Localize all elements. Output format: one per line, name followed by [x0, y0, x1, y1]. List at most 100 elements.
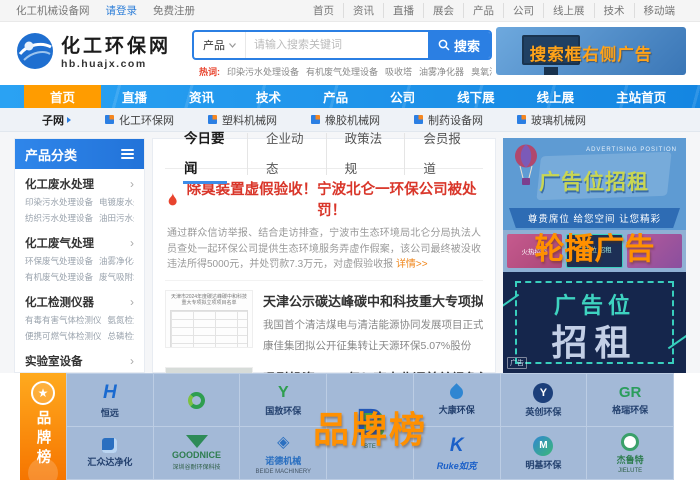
ad-tag: 广告: [507, 357, 527, 369]
news-thumbnail-document[interactable]: 天津市2024年度碳达峰碳中和科技重大专项拟立项项目名单: [165, 290, 253, 348]
brand-cell-gerui[interactable]: GR 格瑞环保: [587, 374, 673, 426]
carousel-thumb-1[interactable]: 火热招商: [507, 234, 562, 268]
category-link-wastewater[interactable]: 化工废水处理 ›: [25, 176, 134, 192]
category-link-instruments[interactable]: 化工检测仪器 ›: [25, 294, 134, 310]
carousel-thumb-3[interactable]: [627, 234, 682, 268]
headline-link[interactable]: 除臭装置虚假验收！宁波北仑一环保公司被处罚！: [167, 178, 481, 220]
brand-name: 明基环保: [525, 458, 561, 471]
topbar-menu-home[interactable]: 首页: [304, 3, 343, 18]
hot-keyword[interactable]: 油雾净化器: [419, 65, 464, 78]
brand-name: 格瑞环保: [612, 403, 648, 416]
logo[interactable]: 化工环保网 hb.huajx.com: [16, 31, 171, 70]
topbar-menu-live[interactable]: 直播: [383, 3, 423, 18]
nav-item-news[interactable]: 资讯: [168, 85, 235, 108]
category-block: 化工检测仪器 › 有毒有害气体检测仪 氨氮检测仪 便携可燃气体检测仪 总磷检测仪: [15, 287, 144, 346]
register-link[interactable]: 免费注册: [153, 3, 195, 18]
footer-space: [0, 480, 700, 484]
brand-name: GOODNICE: [172, 450, 221, 460]
ad-banner-top[interactable]: ADVERTISING POSITION 广告位招租 尊贵席位 给您空间 让您精…: [503, 138, 686, 230]
category-sub-link[interactable]: 印染污水处理设备: [25, 196, 93, 208]
nav-item-main-site[interactable]: 主站首页: [595, 85, 687, 108]
hot-keyword[interactable]: 吸收塔: [385, 65, 412, 78]
brand-cell-hengyuan[interactable]: H 恒远: [67, 374, 153, 426]
category-name: 化工废水处理: [25, 176, 94, 192]
logo-domain: hb.huajx.com: [61, 58, 171, 70]
topbar-menu-companies[interactable]: 公司: [503, 3, 543, 18]
news-line-link[interactable]: 康佳集团拟公开征集转让天源环保5.07%股份: [263, 338, 483, 353]
brand-cell-mingji[interactable]: M 明基环保: [501, 427, 587, 479]
ad-banner-bottom[interactable]: 广告位 招租 广告: [503, 272, 686, 373]
tab-today-news[interactable]: 今日要闻: [165, 124, 247, 184]
subnav-item-boli[interactable]: 玻璃机械网: [517, 112, 586, 128]
brand-cell-nuode[interactable]: ◈ 诺德机械 BEIDE MACHINERY: [240, 427, 326, 479]
subnav-item-label: 玻璃机械网: [531, 112, 586, 128]
brand-cell-dakang[interactable]: 大康环保: [414, 374, 500, 426]
tab-policy[interactable]: 政策法规: [326, 124, 405, 184]
hot-keyword[interactable]: 印染污水处理设备: [227, 65, 299, 78]
category-sub-link[interactable]: 油田污水处理: [99, 212, 134, 224]
category-sub-link[interactable]: 氨氮检测仪: [108, 314, 134, 326]
category-sub-link[interactable]: 纺织污水处理设备: [25, 212, 93, 224]
news-item: 天津市2024年度碳达峰碳中和科技重大专项拟立项项目名单 天津公示碳达峰碳中和科…: [165, 281, 483, 358]
subnav-item-huanbao[interactable]: 化工环保网: [105, 112, 174, 128]
topbar-menu-news[interactable]: 资讯: [343, 3, 383, 18]
search-icon: [438, 39, 450, 51]
tab-member-report[interactable]: 会员报道: [404, 124, 483, 184]
carousel-thumb-2[interactable]: 广告位 招租: [566, 234, 623, 268]
nav-item-offline-expo[interactable]: 线下展: [436, 85, 516, 108]
brand-name: BTE: [364, 444, 376, 450]
brand-rank-banner[interactable]: ★ 品牌榜: [20, 373, 66, 480]
hot-keywords-label: 热词:: [199, 65, 220, 78]
topbar-menu-expo[interactable]: 展会: [423, 3, 463, 18]
category-sub-link[interactable]: 废气吸附塔: [99, 271, 134, 283]
brand-cell-jielute[interactable]: 杰鲁特 JIELUTE: [587, 427, 673, 479]
category-name: 化工废气处理: [25, 235, 94, 251]
topbar-menu-mobile[interactable]: 移动端: [634, 3, 685, 18]
search-button[interactable]: 搜索: [428, 32, 490, 58]
brand-cell-green-swirl[interactable]: [154, 374, 240, 426]
category-sub-link[interactable]: 总磷检测仪: [108, 330, 134, 342]
search-input[interactable]: [246, 32, 428, 58]
news-title-link[interactable]: 天津公示碳达峰碳中和科技重大专项拟立项项目: [263, 291, 483, 310]
brand-cell-bte[interactable]: B BTE: [327, 374, 413, 479]
more-link[interactable]: 详情>>: [396, 259, 428, 270]
chevron-right-icon: ›: [130, 236, 134, 250]
category-sub-link[interactable]: 有机废气处理设备: [25, 271, 93, 283]
brand-name: 恒远: [101, 406, 119, 419]
login-link[interactable]: 请登录: [106, 3, 138, 18]
nav-item-home[interactable]: 首页: [24, 85, 101, 108]
nav-item-live[interactable]: 直播: [101, 85, 168, 108]
search-category-dropdown[interactable]: 产品: [194, 32, 246, 58]
topbar-menu-online-expo[interactable]: 线上展: [543, 3, 594, 18]
nav-item-products[interactable]: 产品: [302, 85, 369, 108]
category-sub-link[interactable]: 电镀废水处理: [99, 196, 134, 208]
topbar-menu-products[interactable]: 产品: [463, 3, 503, 18]
topbar-site-link[interactable]: 化工机械设备网: [16, 3, 90, 18]
category-link-lab[interactable]: 实验室设备 ›: [25, 353, 134, 369]
nav-item-companies[interactable]: 公司: [369, 85, 436, 108]
category-sub-link[interactable]: 环保废气处理设备: [25, 255, 93, 267]
brand-cell-ruke[interactable]: K Ruke如克: [414, 427, 500, 479]
category-sub-link[interactable]: 有毒有害气体检测仪: [25, 314, 102, 326]
brand-cell-guoao[interactable]: Y 国敖环保: [240, 374, 326, 426]
tab-company-news[interactable]: 企业动态: [247, 124, 326, 184]
brand-cell-huizhongda[interactable]: 汇众达净化: [67, 427, 153, 479]
news-line-link[interactable]: 我国首个清洁煤电与清洁能源协同发展项目正式投产: [263, 317, 483, 332]
hot-keyword[interactable]: 有机废气处理设备: [306, 65, 378, 78]
hot-keyword[interactable]: 臭氧消毒机: [471, 65, 492, 78]
brand-cell-yingchuang[interactable]: Y 英创环保: [501, 374, 587, 426]
category-name: 化工检测仪器: [25, 294, 94, 310]
brand-logo-gerui: GR: [619, 384, 642, 401]
search-side-ad-banner[interactable]: 搜索框右侧广告: [496, 27, 686, 75]
brand-banner-label: 品牌榜: [33, 410, 54, 469]
brand-cell-goodnice[interactable]: GOODNICE 深圳谷耐环保科技: [154, 427, 240, 479]
nav-item-tech[interactable]: 技术: [235, 85, 302, 108]
nav-item-online-expo[interactable]: 线上展: [516, 85, 596, 108]
category-sub-link[interactable]: 便携可燃气体检测仪: [25, 330, 102, 342]
category-link-wastegas[interactable]: 化工废气处理 ›: [25, 235, 134, 251]
category-sub-link[interactable]: 油雾净化器: [99, 255, 134, 267]
hamburger-icon[interactable]: [121, 149, 134, 159]
brand-logo-droplet-icon: [448, 383, 466, 401]
topbar-menu-tech[interactable]: 技术: [594, 3, 634, 18]
headline-summary: 通过群众信访举报、结合走访排查，宁波市生态环境局北仑分局执法人员查处一起环保公司…: [167, 226, 481, 273]
